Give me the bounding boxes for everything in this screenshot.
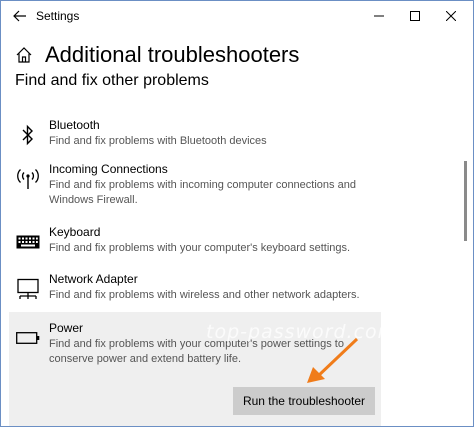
scrollbar-thumb[interactable] [464, 161, 467, 241]
back-button[interactable] [11, 7, 29, 25]
item-name: Bluetooth [49, 118, 100, 132]
back-arrow-icon [13, 10, 26, 22]
keyboard-icon [15, 229, 41, 255]
troubleshooter-item-network-adapter[interactable]: Network Adapter Find and fix problems wi… [9, 272, 381, 304]
maximize-icon [410, 11, 420, 21]
annotation-arrow-icon [307, 337, 359, 383]
page-title: Additional troubleshooters [45, 42, 300, 67]
page-header: Additional troubleshooters [15, 38, 299, 72]
app-title: Settings [36, 9, 80, 23]
item-name: Power [49, 321, 84, 335]
close-button[interactable] [429, 1, 473, 31]
troubleshooter-item-keyboard[interactable]: Keyboard Find and fix problems with your… [9, 225, 381, 257]
settings-window: Settings Additional troubleshooters Find… [0, 0, 474, 427]
antenna-icon [15, 166, 41, 192]
title-bar: Settings [1, 1, 473, 31]
item-description: Find and fix problems with wireless and … [49, 289, 360, 301]
run-troubleshooter-button[interactable]: Run the troubleshooter [233, 387, 375, 415]
home-icon[interactable] [15, 46, 33, 64]
minimize-icon [374, 15, 384, 17]
bluetooth-icon [15, 122, 41, 148]
close-icon [446, 11, 456, 21]
troubleshooter-item-incoming-connections[interactable]: Incoming Connections Find and fix proble… [9, 162, 381, 210]
item-description: Find and fix problems with incoming comp… [49, 179, 356, 206]
troubleshooter-item-bluetooth[interactable]: Bluetooth Find and fix problems with Blu… [9, 118, 381, 150]
network-adapter-icon [15, 276, 41, 302]
item-name: Keyboard [49, 225, 101, 239]
item-name: Network Adapter [49, 272, 138, 286]
item-name: Incoming Connections [49, 162, 168, 176]
item-description: Find and fix problems with Bluetooth dev… [49, 135, 267, 147]
item-description: Find and fix problems with your computer… [49, 242, 351, 254]
section-title: Find and fix other problems [15, 72, 209, 89]
battery-icon [15, 325, 41, 351]
